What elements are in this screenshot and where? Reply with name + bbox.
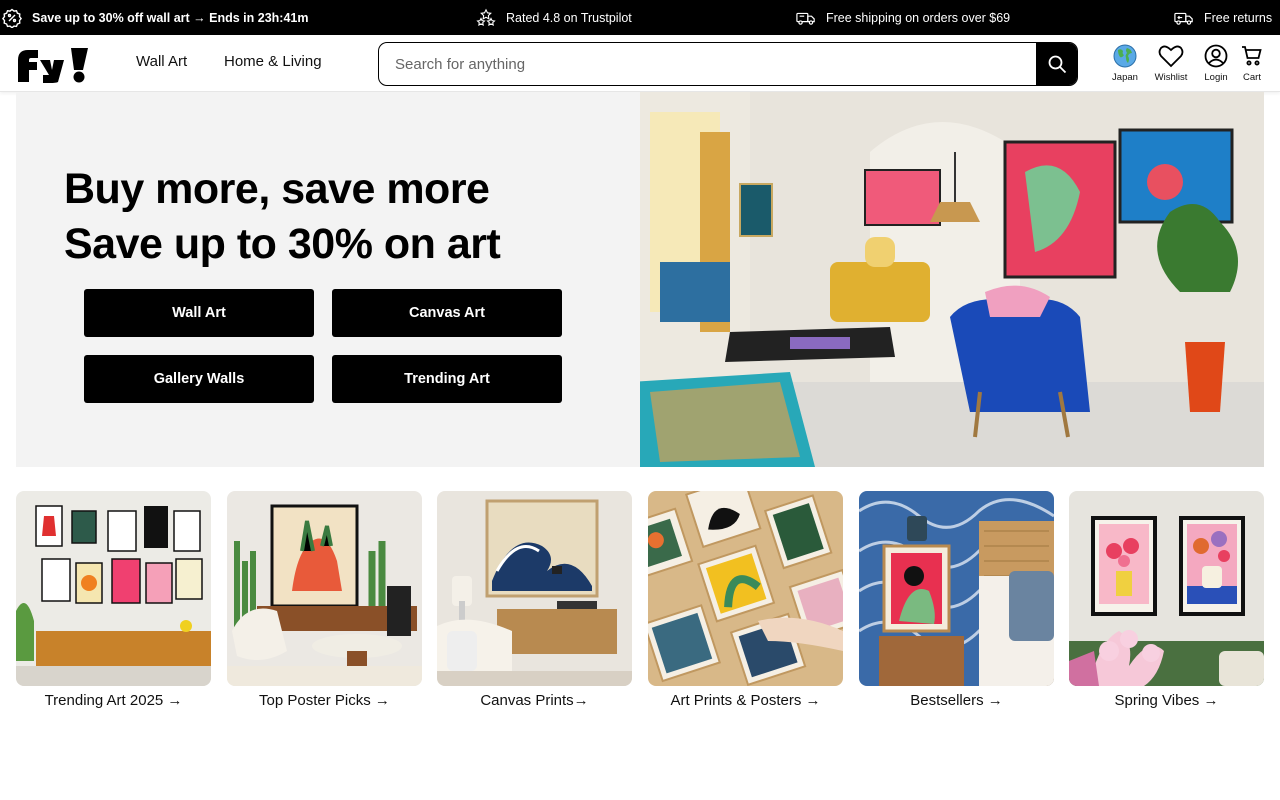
category-label: Bestsellers → <box>910 692 1003 709</box>
site-logo[interactable] <box>16 46 92 83</box>
user-icon <box>1204 44 1228 67</box>
site-header: Wall Art Home & Living Japan Wishlist <box>0 35 1280 92</box>
category-label: Art Prints & Posters → <box>670 692 821 709</box>
login-link[interactable]: Login <box>1201 43 1231 83</box>
cart-icon <box>1242 45 1262 65</box>
returns-announcement[interactable]: Free returns <box>1174 0 1272 35</box>
promo-text: Save up to 30% off wall art → Ends in 23… <box>32 10 309 25</box>
returns-text: Free returns <box>1204 10 1273 25</box>
hero-button-gallery-walls[interactable]: Gallery Walls <box>84 355 314 403</box>
search-input[interactable] <box>379 43 1036 85</box>
announcement-bar: Save up to 30% off wall art → Ends in 23… <box>0 0 1280 35</box>
category-image <box>227 491 422 686</box>
hero-button-canvas-art[interactable]: Canvas Art <box>332 289 562 337</box>
nav-home-living[interactable]: Home & Living <box>224 53 322 70</box>
region-label: Japan <box>1112 72 1138 83</box>
stars-icon <box>476 8 496 26</box>
category-image <box>648 491 843 686</box>
rating-text: Rated 4.8 on Trustpilot <box>506 10 632 25</box>
nav-wall-art[interactable]: Wall Art <box>136 53 187 70</box>
category-image <box>437 491 632 686</box>
wishlist-label: Wishlist <box>1154 72 1188 83</box>
search-button[interactable] <box>1036 43 1077 85</box>
hero-button-wall-art[interactable]: Wall Art <box>84 289 314 337</box>
category-label: Trending Art 2025 → <box>44 692 183 709</box>
category-label: Spring Vibes → <box>1114 692 1219 709</box>
region-selector[interactable]: Japan <box>1110 43 1140 83</box>
hero-title: Buy more, save more Save up to 30% on ar… <box>64 162 501 272</box>
search-bar <box>378 42 1078 86</box>
hero-promo-panel: Buy more, save more Save up to 30% on ar… <box>16 92 640 467</box>
rating-announcement[interactable]: Rated 4.8 on Trustpilot <box>476 0 632 35</box>
heart-icon <box>1158 45 1184 67</box>
category-label: Top Poster Picks → <box>259 692 390 709</box>
category-trending-art[interactable]: Trending Art 2025 → <box>16 491 211 709</box>
promo-announcement[interactable]: Save up to 30% off wall art → Ends in 23… <box>2 0 308 35</box>
search-icon <box>1048 55 1066 74</box>
wishlist-link[interactable]: Wishlist <box>1150 43 1192 83</box>
hero-button-trending-art[interactable]: Trending Art <box>332 355 562 403</box>
fy-logo-icon <box>18 48 88 83</box>
cart-link[interactable]: Cart <box>1238 43 1266 83</box>
cart-label: Cart <box>1243 72 1261 83</box>
hero-title-line2: Save up to 30% on art <box>64 220 501 268</box>
category-art-prints-posters[interactable]: Art Prints & Posters → <box>648 491 843 709</box>
category-canvas-prints[interactable]: Canvas Prints→ <box>437 491 632 709</box>
category-spring-vibes[interactable]: Spring Vibes → <box>1069 491 1264 709</box>
shipping-text: Free shipping on orders over $69 <box>826 10 1011 25</box>
shipping-announcement[interactable]: Free shipping on orders over $69 <box>796 0 1010 35</box>
hero-living-room-image[interactable] <box>640 92 1264 467</box>
category-image <box>859 491 1054 686</box>
category-image <box>16 491 211 686</box>
category-image <box>1069 491 1264 686</box>
globe-icon <box>1113 44 1137 67</box>
category-bestsellers[interactable]: Bestsellers → <box>859 491 1054 709</box>
truck-icon <box>796 12 815 25</box>
category-label: Canvas Prints→ <box>480 692 589 709</box>
login-label: Login <box>1204 72 1228 83</box>
discount-badge-icon <box>2 8 22 28</box>
return-truck-icon <box>1174 12 1193 25</box>
hero-title-line1: Buy more, save more <box>64 165 490 213</box>
category-top-poster-picks[interactable]: Top Poster Picks → <box>227 491 422 709</box>
